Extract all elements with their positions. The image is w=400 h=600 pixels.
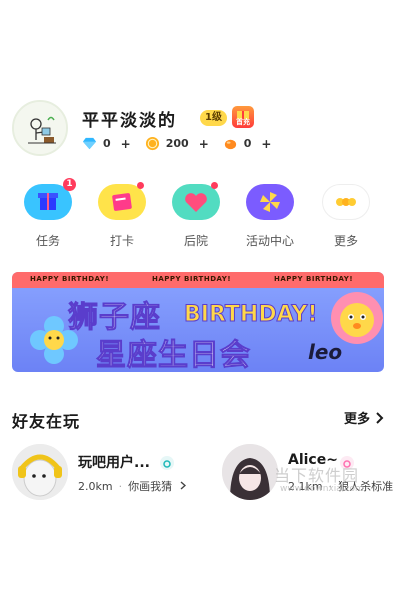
friend-distance: 2.0km — [78, 480, 113, 493]
user-avatar[interactable] — [12, 100, 68, 156]
add-coin-button[interactable]: + — [199, 137, 209, 151]
banner-leo-text: leo — [308, 340, 343, 364]
lion-icon — [331, 292, 383, 344]
action-checkin[interactable]: 打卡 — [90, 182, 154, 249]
action-label: 活动中心 — [245, 234, 294, 248]
coin-count: 200 — [165, 137, 189, 150]
watermark-text: 当下软件园 — [274, 466, 360, 485]
action-label: 打卡 — [109, 234, 134, 248]
first-recharge-button[interactable]: 首充 — [232, 106, 254, 128]
chevron-right-icon — [376, 411, 384, 424]
friends-section-title: 好友在玩 — [12, 412, 81, 431]
friend-card[interactable]: 玩吧用户... 2.0km · 你画我猜 — [12, 444, 208, 504]
gift-icon: 1 — [24, 178, 76, 220]
banner-header-text: HAPPY BIRTHDAY! — [152, 275, 232, 283]
friend-avatar — [222, 444, 278, 500]
bean-icon — [224, 139, 236, 150]
banner-header-text: HAPPY BIRTHDAY! — [274, 275, 354, 283]
friends-more-link[interactable]: 更多 — [344, 408, 384, 427]
watermark-url: www.downxia.com — [280, 484, 364, 494]
banner-title-english: BIRTHDAY! — [183, 302, 318, 328]
currency-diamond[interactable]: 0 + — [82, 136, 131, 151]
quick-actions: 1 任务 打卡 后院 活动中心 更多 — [0, 178, 400, 256]
checkin-red-dot — [137, 182, 144, 189]
backyard-red-dot — [211, 182, 218, 189]
currency-bean[interactable]: 0 + — [223, 136, 271, 151]
checkin-icon — [98, 182, 146, 220]
diamond-icon — [82, 137, 97, 150]
coin-icon — [145, 136, 159, 151]
game-tag-icon — [160, 456, 174, 470]
add-diamond-button[interactable]: + — [121, 137, 131, 151]
friend-avatar — [12, 444, 68, 500]
action-tasks[interactable]: 1 任务 — [16, 178, 80, 249]
level-badge[interactable]: 1级 — [200, 110, 227, 126]
leo-birthday-banner[interactable]: HAPPY BIRTHDAY! HAPPY BIRTHDAY! HAPPY BI… — [12, 272, 384, 372]
more-icon — [322, 184, 370, 220]
friend-name: 玩吧用户... — [78, 455, 150, 471]
avatar-illustration — [14, 102, 66, 154]
banner-title-party: 星座生日会 — [96, 338, 251, 373]
chevron-right-icon — [180, 481, 186, 490]
add-bean-button[interactable]: + — [261, 137, 271, 151]
recharge-label: 首充 — [236, 118, 250, 126]
action-label: 后院 — [183, 234, 208, 248]
friends-more-label: 更多 — [343, 412, 370, 427]
profile-header: 平平淡淡的 1级 首充 0 + 200 + 0 + — [12, 100, 388, 160]
action-more[interactable]: 更多 — [314, 184, 378, 249]
pinwheel-icon — [246, 184, 294, 220]
bean-count: 0 — [243, 137, 252, 150]
username: 平平淡淡的 — [82, 111, 177, 131]
currency-coin[interactable]: 200 + — [145, 136, 209, 151]
action-backyard[interactable]: 后院 — [164, 182, 228, 249]
friend-game: 你画我猜 — [128, 480, 173, 493]
action-label: 更多 — [333, 234, 358, 248]
task-count-badge: 1 — [63, 178, 76, 191]
action-activity-center[interactable]: 活动中心 — [238, 184, 302, 249]
banner-header-text: HAPPY BIRTHDAY! — [30, 275, 110, 283]
friend-meta: 2.0km · 你画我猜 — [78, 478, 186, 494]
heart-icon — [172, 182, 220, 220]
currency-row: 0 + 200 + 0 + — [82, 136, 271, 151]
banner-header-strip: HAPPY BIRTHDAY! HAPPY BIRTHDAY! HAPPY BI… — [12, 272, 384, 288]
action-label: 任务 — [35, 234, 60, 248]
diamond-count: 0 — [103, 137, 111, 150]
